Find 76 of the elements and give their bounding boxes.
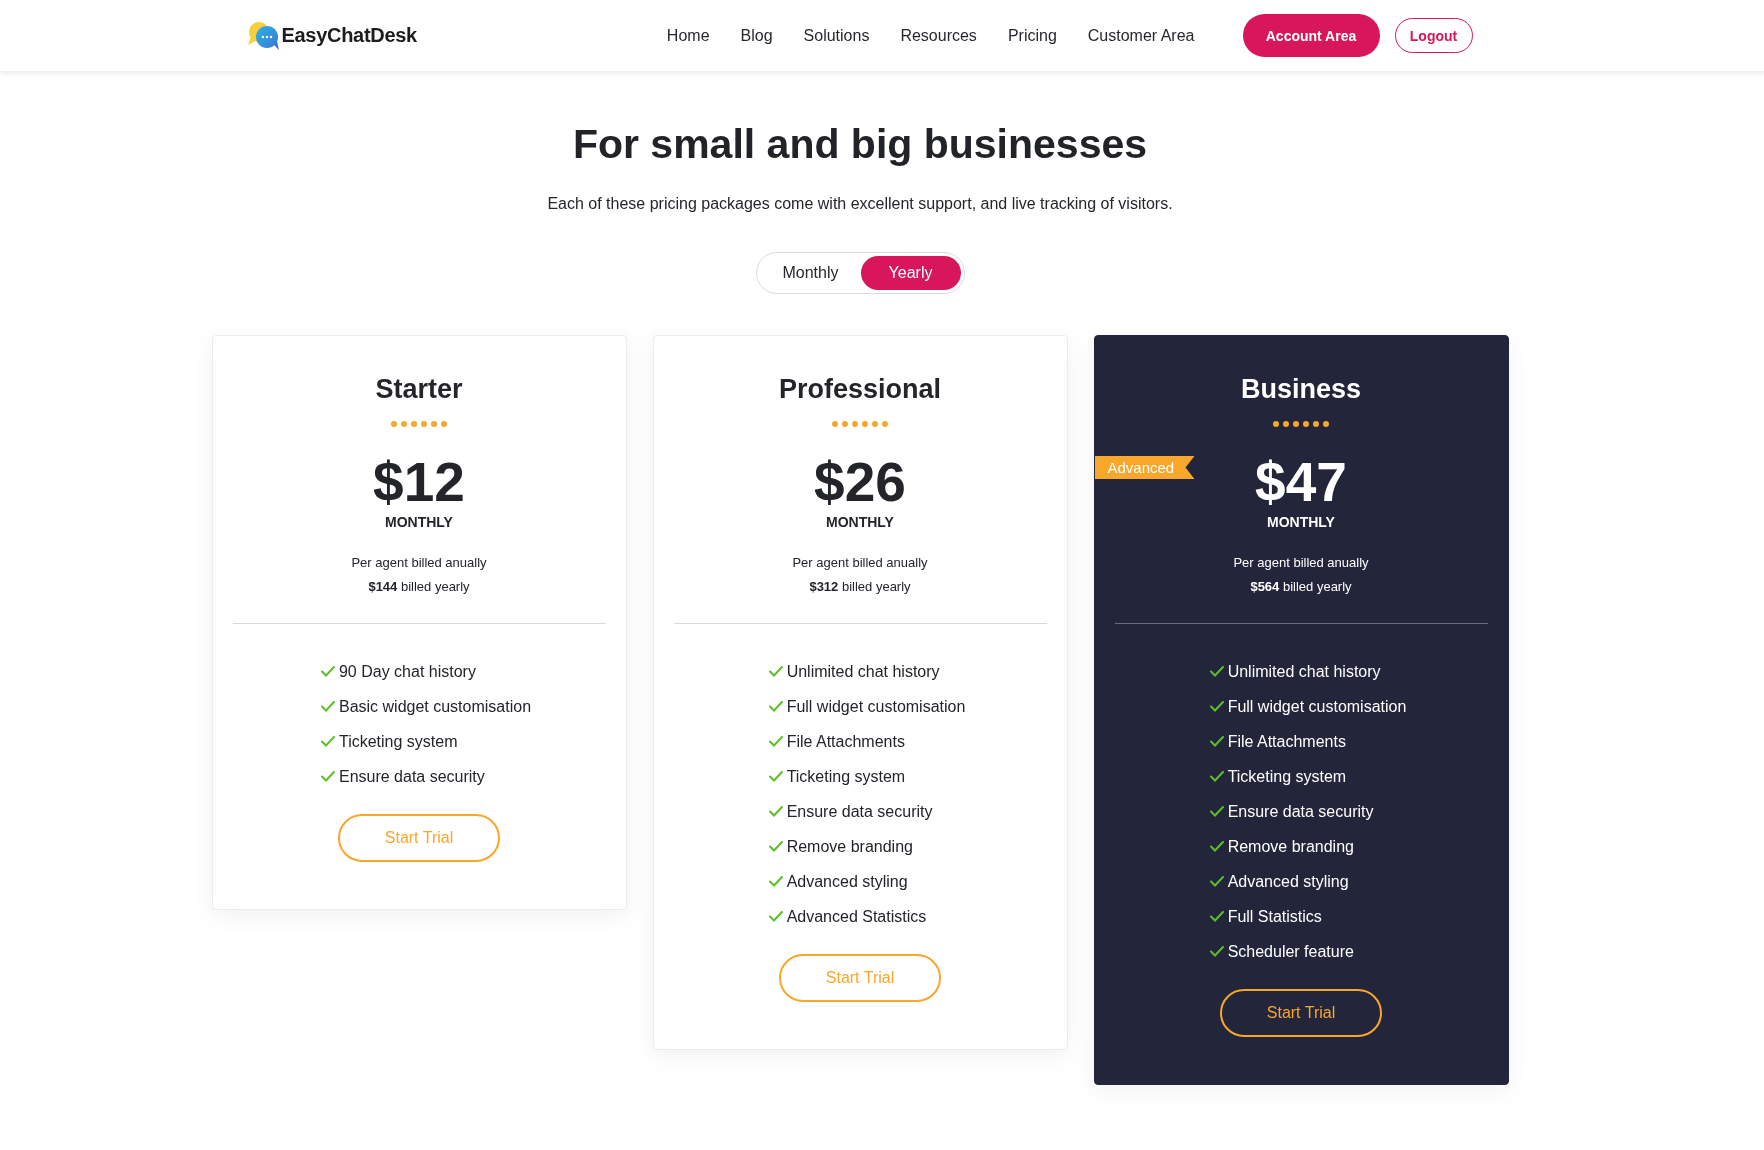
check-icon xyxy=(768,736,783,747)
plan-feature: Full Statistics xyxy=(1227,906,1322,927)
start-trial-button[interactable]: Start Trial xyxy=(1220,989,1382,1037)
plan-feature: Advanced Statistics xyxy=(786,906,927,927)
check-icon xyxy=(768,701,783,712)
plan-price: $26 xyxy=(814,453,906,511)
check-icon xyxy=(768,911,783,922)
billing-note: Per agent billed anually xyxy=(351,554,487,572)
plan-feature: Remove branding xyxy=(1227,836,1354,857)
page-subheading: Each of these pricing packages come with excellent support, and live tracking of visitors. xyxy=(547,194,1173,214)
nav-link[interactable]: Customer Area xyxy=(1087,26,1195,45)
plan-feature: Unlimited chat history xyxy=(1227,661,1381,682)
plan-feature: Ticketing system xyxy=(1227,766,1347,787)
yearly-total: $144 billed yearly xyxy=(368,578,470,596)
dotted-divider-icon xyxy=(1273,421,1329,427)
yearly-total: $312 billed yearly xyxy=(809,578,911,596)
plan-feature: File Attachments xyxy=(1227,731,1346,752)
dotted-divider-icon xyxy=(832,421,888,427)
plan-feature: Scheduler feature xyxy=(1227,941,1354,962)
plan-price: $47 xyxy=(1255,453,1347,511)
logo-link[interactable]: EasyChatDesk xyxy=(247,21,417,50)
plan-name: Starter xyxy=(375,373,463,405)
check-icon xyxy=(768,771,783,782)
check-icon xyxy=(320,736,335,747)
plan-feature: Remove branding xyxy=(786,836,913,857)
plan-feature: Ticketing system xyxy=(786,766,906,787)
check-icon xyxy=(768,876,783,887)
check-icon xyxy=(1209,876,1224,887)
plan-ribbon: Advanced xyxy=(1094,456,1195,479)
plan-feature: 90 Day chat history xyxy=(338,661,476,682)
plan-name: Business xyxy=(1240,373,1362,405)
plan-feature: Basic widget customisation xyxy=(338,696,532,717)
billing-option[interactable]: Monthly xyxy=(760,256,861,290)
check-icon xyxy=(1209,736,1224,747)
page-heading: For small and big businesses xyxy=(572,120,1148,168)
plan-feature: Ensure data security xyxy=(786,801,933,822)
plan-name: Professional xyxy=(778,373,942,405)
check-icon xyxy=(1209,841,1224,852)
check-icon xyxy=(768,806,783,817)
check-icon xyxy=(1209,946,1224,957)
billing-period: MONTHLY xyxy=(826,513,894,531)
nav-link[interactable]: Blog xyxy=(740,26,773,45)
check-icon xyxy=(1209,911,1224,922)
check-icon xyxy=(1209,666,1224,677)
plan-feature: Advanced styling xyxy=(786,871,908,892)
check-icon xyxy=(768,841,783,852)
check-icon xyxy=(1209,806,1224,817)
check-icon xyxy=(768,666,783,677)
check-icon xyxy=(320,771,335,782)
nav-link[interactable]: Pricing xyxy=(1007,26,1057,45)
nav-link[interactable]: Home xyxy=(666,26,710,45)
billing-note: Per agent billed anually xyxy=(792,554,928,572)
dotted-divider-icon xyxy=(391,421,447,427)
account-area-button[interactable]: Account Area xyxy=(1242,14,1380,57)
nav-link[interactable]: Resources xyxy=(900,26,977,45)
plan-feature: Full widget customisation xyxy=(786,696,966,717)
check-icon xyxy=(1209,701,1224,712)
plan-feature: Ensure data security xyxy=(1227,801,1374,822)
check-icon xyxy=(320,666,335,677)
plan-feature: Advanced styling xyxy=(1227,871,1349,892)
yearly-total: $564 billed yearly xyxy=(1250,578,1352,596)
billing-period: MONTHLY xyxy=(1267,513,1335,531)
logout-button[interactable]: Logout xyxy=(1394,18,1473,53)
plan-feature: Ensure data security xyxy=(338,766,485,787)
plan-feature: Full widget customisation xyxy=(1227,696,1407,717)
check-icon xyxy=(1209,771,1224,782)
chat-bubbles-icon xyxy=(247,21,280,50)
plan-feature: Unlimited chat history xyxy=(786,661,940,682)
billing-period: MONTHLY xyxy=(385,513,453,531)
billing-option[interactable]: Yearly xyxy=(860,256,961,290)
check-icon xyxy=(320,701,335,712)
billing-note: Per agent billed anually xyxy=(1233,554,1369,572)
plan-feature: File Attachments xyxy=(786,731,905,752)
plan-price: $12 xyxy=(373,453,465,511)
nav-link[interactable]: Solutions xyxy=(803,26,870,45)
plan-feature: Ticketing system xyxy=(338,731,458,752)
